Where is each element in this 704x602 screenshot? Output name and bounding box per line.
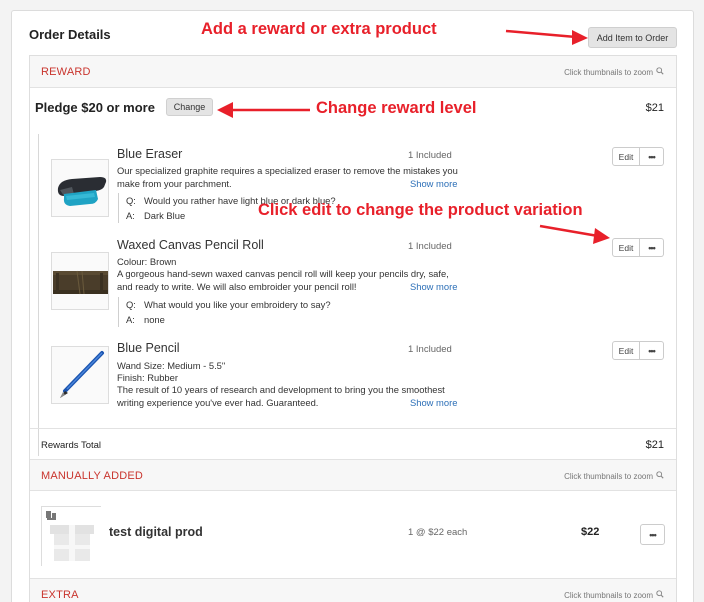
zoom-hint: Click thumbnails to zoom bbox=[564, 590, 664, 600]
question-key: Q: bbox=[126, 299, 136, 310]
answer-text: Dark Blue bbox=[144, 210, 186, 221]
answer-key: A: bbox=[126, 210, 135, 221]
add-item-button[interactable]: Add Item to Order bbox=[588, 27, 677, 48]
item-variation: Colour: Brown bbox=[117, 256, 177, 267]
annotation-edit-variation: Click edit to change the product variati… bbox=[258, 201, 583, 219]
item-name: Waxed Canvas Pencil Roll bbox=[117, 238, 264, 252]
question-key: Q: bbox=[126, 195, 136, 206]
show-more-link[interactable]: Show more bbox=[410, 281, 457, 292]
change-reward-button[interactable]: Change bbox=[166, 98, 213, 116]
blue-pencil-thumbnail[interactable] bbox=[51, 346, 109, 404]
item-variation: Wand Size: Medium - 5.5" bbox=[117, 360, 226, 371]
extra-section-label: EXTRA bbox=[41, 589, 79, 601]
zoom-hint: Click thumbnails to zoom bbox=[564, 471, 664, 481]
pencil-roll-thumbnail[interactable] bbox=[51, 252, 109, 310]
item-included-count: 1 Included bbox=[408, 241, 452, 252]
more-options-button[interactable]: ••• bbox=[640, 238, 664, 257]
zoom-icon bbox=[656, 471, 664, 481]
zoom-icon bbox=[656, 67, 664, 77]
pencil-image bbox=[52, 347, 108, 403]
item-action-group: Edit ••• bbox=[612, 238, 664, 257]
eraser-image bbox=[52, 160, 108, 216]
rewards-total-value: $21 bbox=[645, 439, 664, 451]
edit-button[interactable]: Edit bbox=[612, 147, 640, 166]
zoom-hint-text: Click thumbnails to zoom bbox=[564, 67, 653, 77]
item-action-group: Edit ••• bbox=[612, 341, 664, 360]
pledge-title: Pledge $20 or more bbox=[35, 100, 155, 115]
more-options-button[interactable]: ••• bbox=[640, 341, 664, 360]
gift-placeholder-icon bbox=[42, 507, 102, 567]
annotation-add-reward: Add a reward or extra product bbox=[201, 20, 437, 38]
pledge-price: $21 bbox=[645, 102, 664, 114]
item-name: Blue Pencil bbox=[117, 341, 180, 355]
item-included-count: 1 Included bbox=[408, 344, 452, 355]
answer-text: none bbox=[144, 314, 165, 325]
item-included-count: 1 Included bbox=[408, 150, 452, 161]
more-options-button[interactable]: ••• bbox=[640, 147, 664, 166]
manual-item-row: test digital prod 1 @ $22 each $22 ••• bbox=[30, 492, 676, 576]
manual-item-price: $22 bbox=[581, 526, 600, 538]
edit-button[interactable]: Edit bbox=[612, 238, 640, 257]
rewards-total-label: Rewards Total bbox=[41, 440, 102, 451]
answer-key: A: bbox=[126, 314, 135, 325]
item-name: Blue Eraser bbox=[117, 147, 183, 161]
item-variation: Finish: Rubber bbox=[117, 372, 178, 383]
more-options-button[interactable]: ••• bbox=[640, 524, 665, 545]
zoom-hint: Click thumbnails to zoom bbox=[564, 67, 664, 77]
blue-eraser-thumbnail[interactable] bbox=[51, 159, 109, 217]
order-details-title: Order Details bbox=[29, 27, 111, 42]
pencil-roll-image bbox=[52, 253, 108, 309]
reward-section-header: REWARD Click thumbnails to zoom bbox=[30, 56, 676, 88]
zoom-icon bbox=[656, 590, 664, 600]
order-items-panel: REWARD Click thumbnails to zoom Pledge $… bbox=[29, 55, 677, 602]
zoom-hint-text: Click thumbnails to zoom bbox=[564, 471, 653, 481]
digital-product-thumbnail[interactable] bbox=[41, 506, 102, 567]
show-more-link[interactable]: Show more bbox=[410, 178, 457, 189]
manual-item-name: test digital prod bbox=[109, 525, 203, 539]
extra-section-header: EXTRA Click thumbnails to zoom bbox=[30, 578, 676, 602]
reward-section-label: REWARD bbox=[41, 66, 91, 78]
items-divider bbox=[38, 134, 39, 456]
manual-section-header: MANUALLY ADDED Click thumbnails to zoom bbox=[30, 459, 676, 491]
annotation-change-reward: Change reward level bbox=[316, 99, 477, 117]
item-action-group: Edit ••• bbox=[612, 147, 664, 166]
zoom-hint-text: Click thumbnails to zoom bbox=[564, 590, 653, 600]
question-text: What would you like your embroidery to s… bbox=[144, 299, 331, 310]
manual-item-quantity: 1 @ $22 each bbox=[408, 527, 468, 538]
edit-button[interactable]: Edit bbox=[612, 341, 640, 360]
item-qa: Q: What would you like your embroidery to… bbox=[118, 297, 331, 327]
rewards-total-row: Rewards Total $21 bbox=[30, 428, 676, 459]
manual-section-label: MANUALLY ADDED bbox=[41, 470, 144, 482]
show-more-link[interactable]: Show more bbox=[410, 397, 457, 408]
